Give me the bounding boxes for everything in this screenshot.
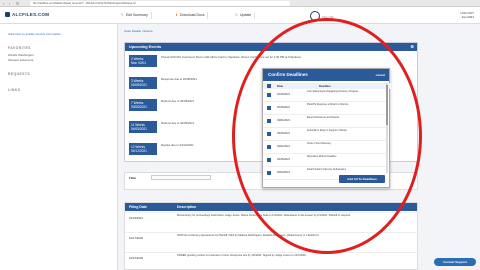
event-badge: 11 Weeks 04/05/2021 bbox=[129, 121, 157, 133]
event-badge: 2 Weeks Mon 02/01 bbox=[129, 55, 157, 67]
confirm-deadlines-modal: Confirm Deadlines cancel Date Deadline 0… bbox=[262, 68, 391, 188]
event-text: Trial at 9:00 AM: Courtroom Room 10A wil… bbox=[161, 55, 302, 59]
row-date: 01/04/2021 bbox=[129, 216, 143, 220]
deadline-row[interactable]: 04/15/2021 Dispositive Motions Deadline bbox=[263, 155, 387, 167]
column-date: Date bbox=[277, 84, 284, 88]
deadline-description: Defendant's Reply in Support of Motion bbox=[307, 130, 347, 132]
sidebar-item[interactable]: Western Adventure bbox=[8, 58, 33, 62]
logo-icon bbox=[5, 12, 10, 18]
add-all-to-deadlines-button[interactable]: Add All To Deadlines bbox=[339, 175, 385, 183]
sidebar-heading-requests: REQUESTS bbox=[8, 72, 31, 76]
event-row[interactable]: 2 Weeks Mon 02/01 Trial at 9:00 AM: Cour… bbox=[129, 55, 415, 68]
breadcrumb[interactable]: Case Details / Events bbox=[124, 29, 153, 33]
modal-scrollbar-thumb[interactable] bbox=[386, 85, 388, 125]
deadline-description: Plaintiff's Response to Motion to Dismis… bbox=[307, 104, 349, 106]
panel-title: Upcoming Events bbox=[129, 45, 162, 49]
app-logo[interactable]: ALCFILES.COM bbox=[5, 12, 50, 18]
sidebar: Click here to quickly receive informatio… bbox=[0, 24, 118, 270]
filter-label: Filter bbox=[129, 176, 137, 180]
user-menu[interactable]: LOG OUT Jan 2021 bbox=[460, 11, 474, 19]
deadline-checkbox[interactable] bbox=[267, 145, 271, 149]
gear-icon[interactable]: ⚙ bbox=[410, 43, 414, 51]
right-rail: Contact Support bbox=[420, 24, 480, 270]
event-badge: 12 Weeks 04/12/2021 bbox=[129, 143, 157, 155]
deadline-date: 04/01/2021 bbox=[277, 145, 290, 148]
deadline-date: 02/15/2021 bbox=[277, 93, 290, 96]
download-docs-label: Download Docs bbox=[179, 13, 205, 17]
deadline-row[interactable]: 02/15/2021 Joint Status Report Regarding… bbox=[263, 90, 387, 102]
deadline-description: Joint Status Report Regarding Discovery … bbox=[307, 91, 359, 93]
forward-icon[interactable]: › bbox=[9, 1, 10, 6]
deadline-checkbox[interactable] bbox=[267, 158, 271, 162]
update-button[interactable]: ↻ Update bbox=[232, 12, 256, 19]
row-text: ORDER granting motion for extension of t… bbox=[177, 254, 307, 257]
filter-input[interactable] bbox=[151, 175, 211, 180]
pencil-icon: ✎ bbox=[121, 13, 124, 17]
deadline-checkbox[interactable] bbox=[267, 119, 271, 123]
column-header-date[interactable]: Filing Date bbox=[125, 203, 147, 211]
deadline-row[interactable]: 04/01/2021 Close of Fact Discovery bbox=[263, 142, 387, 154]
user-date: Jan 2021 bbox=[461, 15, 474, 19]
contact-support-button[interactable]: Contact Support bbox=[434, 258, 476, 266]
select-all-checkbox[interactable] bbox=[267, 84, 271, 88]
column-header-description[interactable]: Description bbox=[173, 203, 196, 211]
browser-toolbar: ‹ › ↻ file:///alcfiles.com/Matter/Detail… bbox=[0, 0, 480, 7]
table-row[interactable]: 12/07/2020 ORDER granting motion for ext… bbox=[125, 252, 419, 270]
download-docs-button[interactable]: ⬇ Download Docs bbox=[172, 12, 209, 19]
center-label: Filing Tab bbox=[322, 15, 334, 19]
row-text: NOTICE of Attorney Appearance by Plainti… bbox=[177, 234, 319, 237]
edit-summary-label: Edit Summary bbox=[125, 13, 148, 17]
modal-title: Confirm Deadlines bbox=[268, 72, 308, 77]
sidebar-item[interactable]: WAHG Washington bbox=[8, 53, 34, 57]
deadline-date: 03/01/2021 bbox=[277, 119, 290, 122]
deadline-date: 04/15/2021 bbox=[277, 158, 290, 161]
back-icon[interactable]: ‹ bbox=[3, 1, 4, 6]
deadline-description: Dispositive Motions Deadline bbox=[307, 156, 337, 158]
table-row[interactable]: 01/04/2021 Minute Entry for proceedings … bbox=[125, 212, 419, 231]
event-badge: 7 Weeks 03/08/2021 bbox=[129, 99, 157, 111]
deadline-row[interactable]: 03/15/2021 Defendant's Reply in Support … bbox=[263, 129, 387, 141]
deadline-date: 05/03/2021 bbox=[277, 171, 290, 174]
update-label: Update bbox=[239, 13, 252, 17]
logo-text: ALCFILES.COM bbox=[12, 12, 50, 17]
edit-summary-button[interactable]: ✎ Edit Summary bbox=[118, 12, 152, 19]
modal-header: Confirm Deadlines cancel bbox=[263, 69, 389, 81]
deadline-checkbox[interactable] bbox=[267, 171, 271, 175]
modal-column-header: Date Deadline bbox=[263, 83, 391, 89]
table-row[interactable]: 12/17/2020 NOTICE of Attorney Appearance… bbox=[125, 232, 419, 251]
deadline-checkbox[interactable] bbox=[267, 132, 271, 136]
download-icon: ⬇ bbox=[175, 13, 178, 17]
event-badge: 3 Weeks 02/08/2021 bbox=[129, 77, 157, 89]
refresh-icon: ↻ bbox=[235, 13, 238, 17]
sidebar-message[interactable]: Click here to quickly receive informatio… bbox=[8, 32, 98, 36]
deadline-description: Close of Fact Discovery bbox=[307, 143, 332, 145]
deadline-date: 02/15/2021 bbox=[277, 106, 290, 109]
address-bar[interactable]: file:///alcfiles.com/Matter/Detail_Event… bbox=[30, 1, 290, 6]
table-header: Filing Date Description bbox=[125, 203, 417, 211]
deadline-row[interactable]: 02/15/2021 Plaintiff's Response to Motio… bbox=[263, 103, 387, 115]
row-text: Minute Entry for proceedings held before… bbox=[177, 214, 351, 217]
panel-header: Upcoming Events ⚙ bbox=[125, 43, 417, 51]
court-seal-icon bbox=[310, 11, 320, 21]
row-date: 12/17/2020 bbox=[129, 236, 143, 240]
row-date: 12/07/2020 bbox=[129, 256, 143, 260]
sidebar-heading-links: LINKS bbox=[8, 88, 21, 92]
docket-table: Filing Date Description 01/04/2021 Minut… bbox=[124, 202, 419, 270]
deadline-description: Final Pretrial Conference Submissions bbox=[307, 169, 347, 171]
deadline-checkbox[interactable] bbox=[267, 93, 271, 97]
deadline-description: Expert Disclosures and Reports bbox=[307, 117, 340, 119]
column-deadline: Deadline bbox=[319, 84, 331, 88]
deadline-date: 03/15/2021 bbox=[277, 132, 290, 135]
reload-icon[interactable]: ↻ bbox=[16, 1, 19, 6]
deadline-row[interactable]: 03/01/2021 Expert Disclosures and Report… bbox=[263, 116, 387, 128]
deadline-checkbox[interactable] bbox=[267, 106, 271, 110]
modal-cancel-button[interactable]: cancel bbox=[376, 69, 385, 81]
top-navigation: ALCFILES.COM ✎ Edit Summary ⬇ Download Doc… bbox=[0, 7, 480, 24]
sidebar-heading-favorites: FAVORITES bbox=[8, 46, 31, 50]
